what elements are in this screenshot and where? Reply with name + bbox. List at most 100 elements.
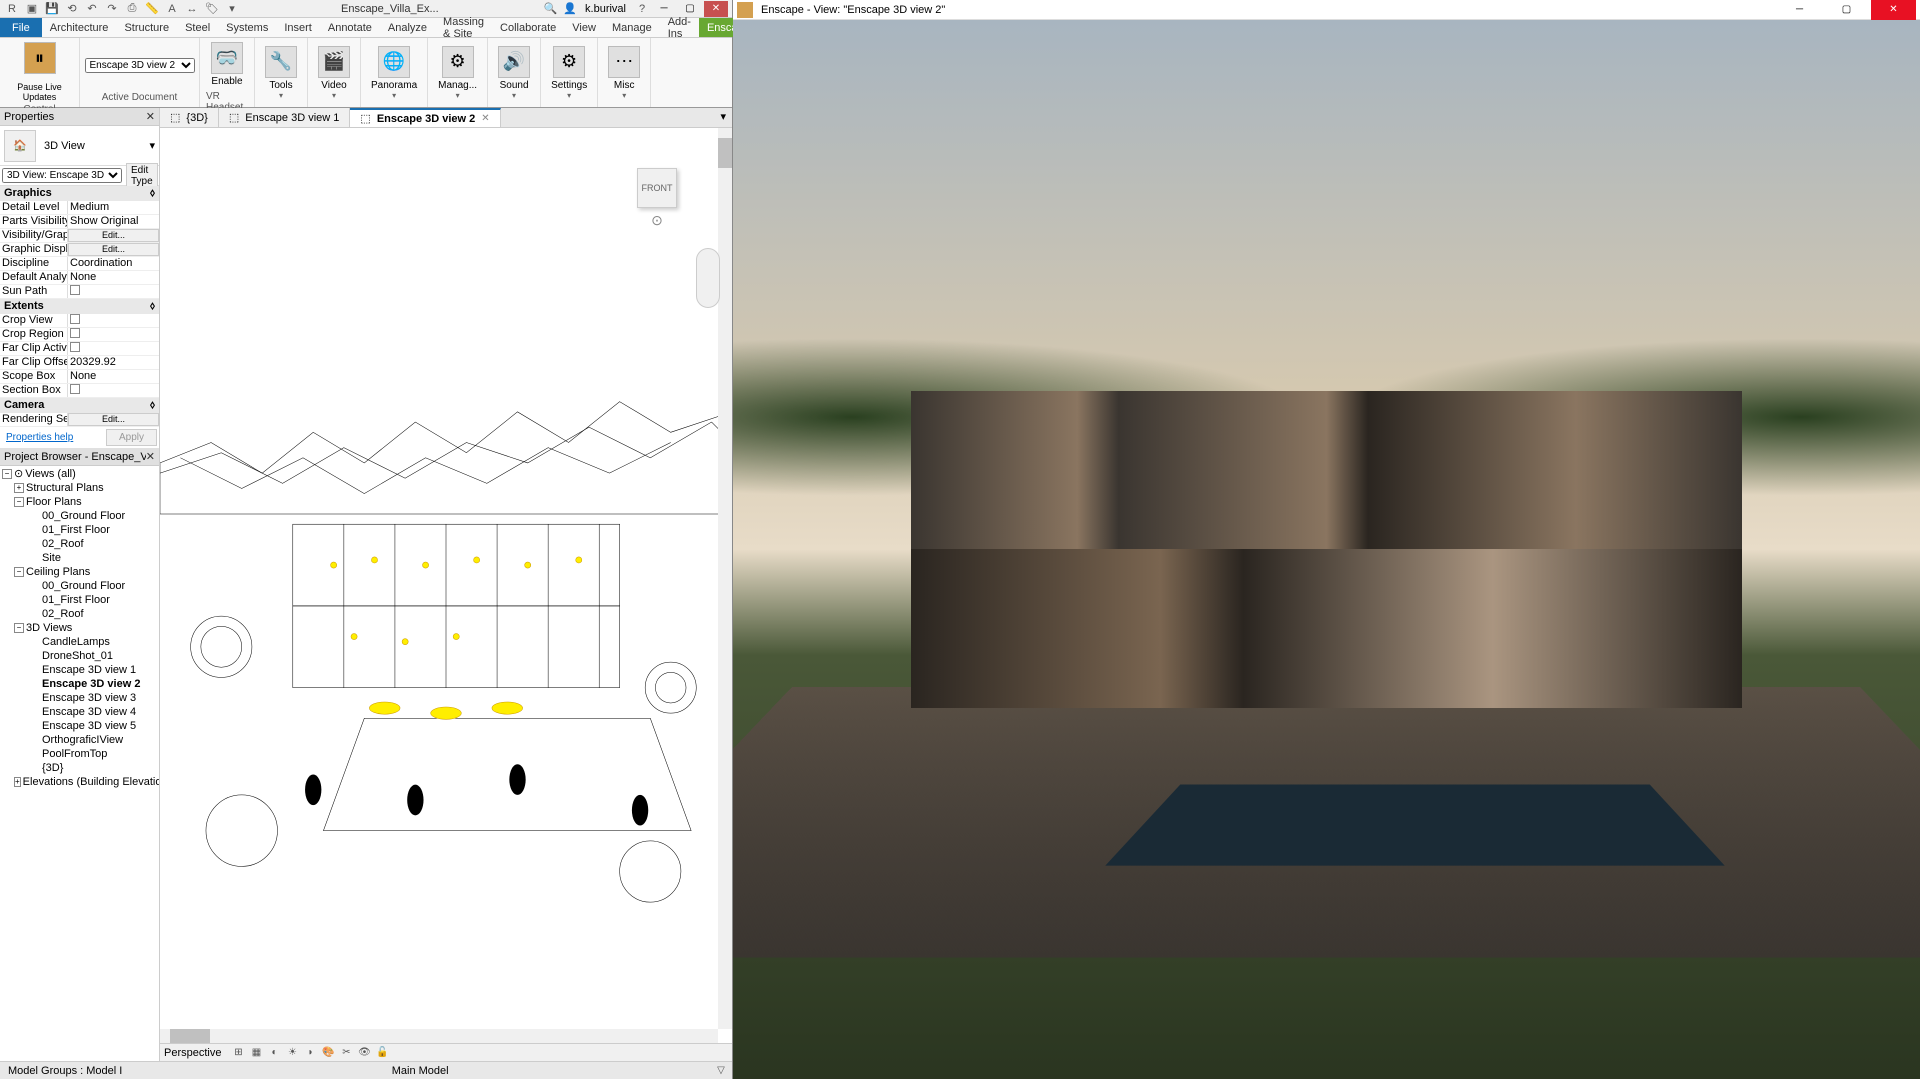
more-icon[interactable]: ▾: [224, 1, 240, 17]
tab-annotate[interactable]: Annotate: [320, 18, 380, 37]
prop-row[interactable]: Crop Region ...: [0, 328, 159, 342]
video-button[interactable]: 🎬Video▾: [312, 44, 356, 102]
tree-group[interactable]: − 3D Views: [0, 621, 159, 635]
tree-view-item[interactable]: Enscape 3D view 2: [0, 677, 159, 691]
tab-addins[interactable]: Add-Ins: [660, 18, 699, 37]
tree-view-item[interactable]: CandleLamps: [0, 635, 159, 649]
tab-systems[interactable]: Systems: [218, 18, 276, 37]
open-icon[interactable]: ▣: [24, 1, 40, 17]
tab-steel[interactable]: Steel: [177, 18, 218, 37]
tree-group[interactable]: + Structural Plans: [0, 481, 159, 495]
prop-row[interactable]: Parts VisibilityShow Original: [0, 215, 159, 229]
manage-button[interactable]: ⚙Manag...▾: [432, 44, 483, 102]
redo-icon[interactable]: ↷: [104, 1, 120, 17]
prop-row[interactable]: Rendering Set...Edit...: [0, 413, 159, 427]
properties-close-icon[interactable]: ✕: [146, 110, 155, 123]
edit-type-button[interactable]: Edit Type: [126, 163, 158, 189]
tree-view-item[interactable]: DroneShot_01: [0, 649, 159, 663]
prop-section-extents[interactable]: Extents⬨: [0, 299, 159, 314]
navigation-bar[interactable]: [696, 248, 720, 308]
enscape-close-button[interactable]: ✕: [1871, 0, 1916, 20]
prop-row[interactable]: Visibility/Grap...Edit...: [0, 229, 159, 243]
tree-view-item[interactable]: 02_Roof: [0, 607, 159, 621]
revit-logo-icon[interactable]: R: [4, 1, 20, 17]
properties-help-link[interactable]: Properties help: [2, 430, 77, 445]
sync-icon[interactable]: ⟲: [64, 1, 80, 17]
render-icon[interactable]: 🎨: [321, 1046, 335, 1060]
view-mode-label[interactable]: Perspective: [164, 1047, 221, 1059]
panorama-button[interactable]: 🌐Panorama▾: [365, 44, 423, 102]
prop-row[interactable]: Far Clip Active: [0, 342, 159, 356]
dim-icon[interactable]: ↔: [184, 1, 200, 17]
tree-view-item[interactable]: 01_First Floor: [0, 593, 159, 607]
tab-manage[interactable]: Manage: [604, 18, 660, 37]
settings-button[interactable]: ⚙Settings▾: [545, 44, 593, 102]
sun-icon[interactable]: ☀: [285, 1046, 299, 1060]
prop-section-graphics[interactable]: Graphics⬨: [0, 186, 159, 201]
viewcube[interactable]: FRONT ⊙: [622, 168, 692, 223]
tab-close-icon[interactable]: ✕: [481, 113, 489, 124]
measure-icon[interactable]: 📏: [144, 1, 160, 17]
tree-view-item[interactable]: Enscape 3D view 5: [0, 719, 159, 733]
prop-row[interactable]: Far Clip Offset20329.92: [0, 356, 159, 370]
vr-enable-button[interactable]: 🥽 Enable: [205, 40, 249, 89]
active-view-dropdown[interactable]: Enscape 3D view 2: [85, 58, 195, 73]
tree-group[interactable]: + Elevations (Building Elevation: [0, 775, 159, 789]
tab-structure[interactable]: Structure: [116, 18, 177, 37]
tab-view[interactable]: View: [564, 18, 604, 37]
file-tab[interactable]: File: [0, 18, 42, 37]
shadow-icon[interactable]: ◗: [303, 1046, 317, 1060]
prop-row[interactable]: Section Box: [0, 384, 159, 398]
view-tab-enscape1[interactable]: ⬚Enscape 3D view 1: [219, 108, 351, 127]
tab-collaborate[interactable]: Collaborate: [492, 18, 564, 37]
viewcube-compass[interactable]: ⊙: [622, 212, 692, 229]
hide-icon[interactable]: 👁: [357, 1046, 371, 1060]
search-icon[interactable]: 🔍: [544, 2, 558, 15]
tag-icon[interactable]: 🏷: [204, 1, 220, 17]
prop-row[interactable]: DisciplineCoordination: [0, 257, 159, 271]
scale-icon[interactable]: ⊞: [231, 1046, 245, 1060]
crop-icon[interactable]: ✂: [339, 1046, 353, 1060]
reveal-icon[interactable]: 🔓: [375, 1046, 389, 1060]
prop-row[interactable]: Graphic Displ...Edit...: [0, 243, 159, 257]
view-type-label[interactable]: 3D View: [44, 140, 141, 152]
maximize-button[interactable]: ▢: [678, 1, 702, 17]
apply-button[interactable]: Apply: [106, 429, 157, 446]
tab-insert[interactable]: Insert: [276, 18, 320, 37]
tab-overflow-icon[interactable]: ▾: [714, 108, 732, 127]
user-icon[interactable]: 👤: [563, 2, 577, 15]
enscape-maximize-button[interactable]: ▢: [1824, 0, 1869, 20]
tree-view-item[interactable]: Enscape 3D view 4: [0, 705, 159, 719]
tab-analyze[interactable]: Analyze: [380, 18, 435, 37]
tree-view-item[interactable]: Enscape 3D view 1: [0, 663, 159, 677]
tree-view-item[interactable]: Enscape 3D view 3: [0, 691, 159, 705]
enscape-minimize-button[interactable]: ─: [1777, 0, 1822, 20]
prop-row[interactable]: Sun Path: [0, 285, 159, 299]
tree-view-item[interactable]: 01_First Floor: [0, 523, 159, 537]
prop-row[interactable]: Crop View: [0, 314, 159, 328]
status-filter-icon[interactable]: ▽: [714, 1064, 728, 1078]
detail-icon[interactable]: ▦: [249, 1046, 263, 1060]
tree-view-item[interactable]: 02_Roof: [0, 537, 159, 551]
minimize-button[interactable]: ─: [652, 1, 676, 17]
enscape-render-viewport[interactable]: [733, 20, 1920, 1079]
view-tab-3d[interactable]: ⬚{3D}: [160, 108, 219, 127]
tree-view-item[interactable]: OrthograficIView: [0, 733, 159, 747]
tools-button[interactable]: 🔧Tools▾: [259, 44, 303, 102]
user-name[interactable]: k.burival: [585, 3, 626, 15]
browser-close-icon[interactable]: ✕: [146, 450, 155, 463]
tab-massing[interactable]: Massing & Site: [435, 18, 492, 37]
visual-style-icon[interactable]: ◐: [267, 1046, 281, 1060]
tree-view-item[interactable]: 00_Ground Floor: [0, 579, 159, 593]
3d-viewport[interactable]: FRONT ⊙: [160, 128, 732, 1043]
undo-icon[interactable]: ↶: [84, 1, 100, 17]
tree-view-item[interactable]: Site: [0, 551, 159, 565]
text-icon[interactable]: A: [164, 1, 180, 17]
tree-views-root[interactable]: − ⊙ Views (all): [0, 466, 159, 481]
tree-group[interactable]: − Ceiling Plans: [0, 565, 159, 579]
view-tab-enscape2[interactable]: ⬚Enscape 3D view 2✕: [350, 108, 500, 127]
type-dropdown-icon[interactable]: ▾: [149, 139, 155, 152]
tree-view-item[interactable]: PoolFromTop: [0, 747, 159, 761]
print-icon[interactable]: ⎙: [124, 1, 140, 17]
tree-group[interactable]: − Floor Plans: [0, 495, 159, 509]
